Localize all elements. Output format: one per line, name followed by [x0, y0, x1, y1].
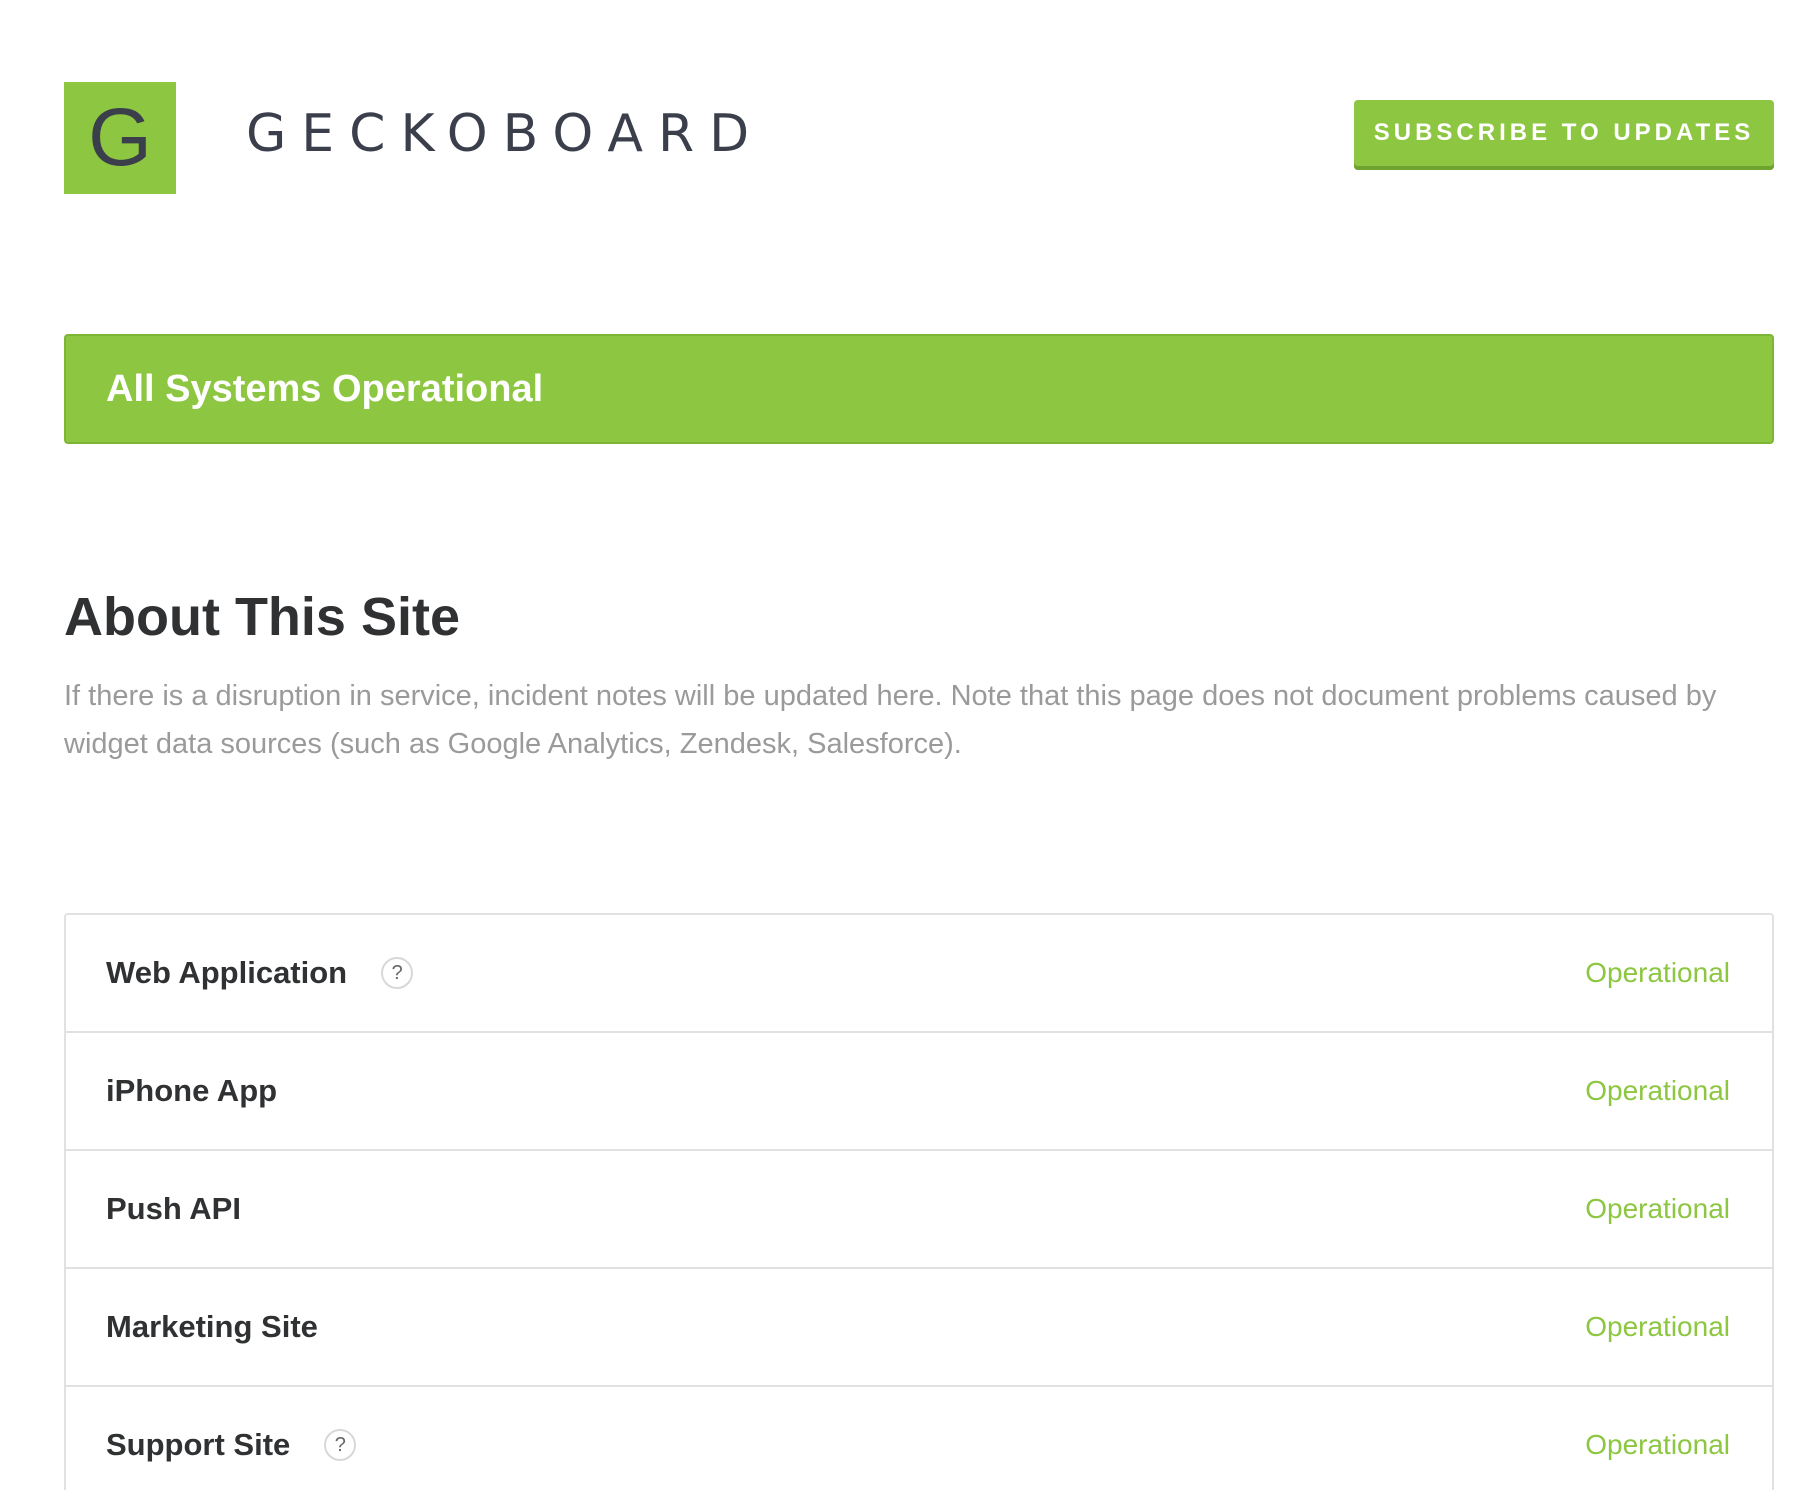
component-name: iPhone App [106, 1073, 278, 1108]
component-name: Push API [106, 1191, 241, 1226]
component-name: Web Application [106, 955, 348, 990]
system-status-banner: All Systems Operational [64, 334, 1774, 444]
component-row-push-api: Push API Operational [66, 1151, 1772, 1269]
subscribe-button[interactable]: SUBSCRIBE TO UPDATES [1354, 100, 1774, 170]
component-status: Operational [1585, 1429, 1730, 1460]
component-row-support-site: Support Site ? Operational [66, 1387, 1772, 1490]
logo-letter: G [88, 92, 152, 183]
component-status: Operational [1585, 1311, 1730, 1342]
component-name: Marketing Site [106, 1309, 318, 1344]
component-row-iphone-app: iPhone App Operational [66, 1033, 1772, 1151]
header: G GECKOBOARD SUBSCRIBE TO UPDATES [64, 82, 1774, 194]
system-status-text: All Systems Operational [106, 367, 544, 410]
logo-icon[interactable]: G [64, 82, 176, 194]
component-status: Operational [1585, 1193, 1730, 1224]
question-icon[interactable]: ? [324, 1429, 357, 1461]
component-row-web-application: Web Application ? Operational [66, 915, 1772, 1033]
question-icon[interactable]: ? [381, 957, 414, 989]
about-description: If there is a disruption in service, inc… [64, 680, 1717, 760]
component-status: Operational [1585, 957, 1730, 988]
components-list: Web Application ? Operational iPhone App… [64, 913, 1774, 1490]
component-row-marketing-site: Marketing Site Operational [66, 1269, 1772, 1387]
component-name: Support Site [106, 1427, 291, 1462]
about-title: About This Site [64, 587, 460, 647]
brand-wordmark[interactable]: GECKOBOARD [246, 108, 764, 160]
status-page: G GECKOBOARD SUBSCRIBE TO UPDATES All Sy… [0, 0, 1812, 1490]
component-status: Operational [1585, 1075, 1730, 1106]
